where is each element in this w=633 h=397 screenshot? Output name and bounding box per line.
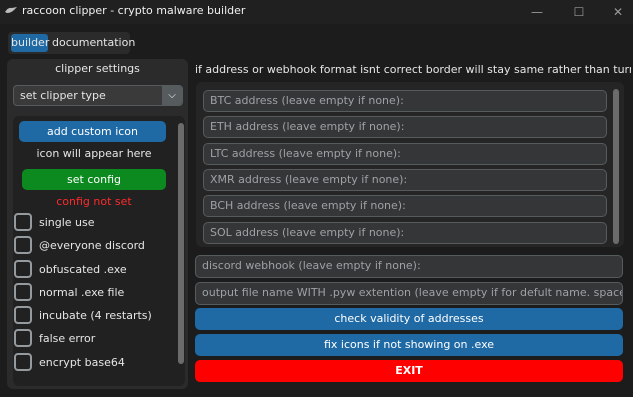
address-scrollbar[interactable] <box>613 89 619 244</box>
clipper-type-dropdown[interactable]: set clipper type ⌵ <box>13 85 183 106</box>
tab-builder[interactable]: builder <box>11 34 49 52</box>
fix-icons-button[interactable]: fix icons if not showing on .exe <box>195 334 623 356</box>
ltc-placeholder: LTC address (leave empty if none): <box>210 147 401 160</box>
btc-placeholder: BTC address (leave empty if none): <box>210 94 404 107</box>
checkbox-label: normal .exe file <box>39 286 125 299</box>
bch-address-input[interactable]: BCH address (leave empty if none): <box>203 195 607 217</box>
sol-address-input[interactable]: SOL address (leave empty if none): <box>203 222 607 244</box>
bch-placeholder: BCH address (leave empty if none): <box>210 199 406 212</box>
icon-preview-text: icon will appear here <box>36 147 152 160</box>
checkbox-box[interactable] <box>14 353 32 371</box>
checkbox-label: obfuscated .exe <box>39 263 127 276</box>
eth-address-input[interactable]: ETH address (leave empty if none): <box>203 116 607 138</box>
xmr-address-input[interactable]: XMR address (leave empty if none): <box>203 169 607 191</box>
check-validity-button[interactable]: check validity of addresses <box>195 308 623 330</box>
sol-placeholder: SOL address (leave empty if none): <box>210 226 405 239</box>
btc-address-input[interactable]: BTC address (leave empty if none): <box>203 90 607 112</box>
checkbox-label: single use <box>39 216 95 229</box>
checkbox-label: @everyone discord <box>39 239 145 252</box>
panel-title: clipper settings <box>55 62 140 75</box>
raccoon-icon <box>5 7 17 13</box>
xmr-placeholder: XMR address (leave empty if none): <box>210 173 408 186</box>
output-placeholder: output file name WITH .pyw extention (le… <box>202 286 622 299</box>
ltc-address-input[interactable]: LTC address (leave empty if none): <box>203 143 607 165</box>
checkbox-box[interactable] <box>14 213 32 231</box>
set-config-button[interactable]: set config <box>22 169 166 190</box>
eth-placeholder: ETH address (leave empty if none): <box>210 120 405 133</box>
checkbox-label: incubate (4 restarts) <box>39 309 152 322</box>
format-notice: if address or webhook format isnt correc… <box>195 63 631 76</box>
maximize-button[interactable]: ☐ <box>569 2 589 22</box>
dropdown-value: set clipper type <box>20 89 106 102</box>
checkbox-box[interactable] <box>14 329 32 347</box>
close-button[interactable]: ✕ <box>608 2 628 22</box>
checkbox-box[interactable] <box>14 260 32 278</box>
checkbox-box[interactable] <box>14 236 32 254</box>
checkbox-label: encrypt base64 <box>39 356 125 369</box>
exit-button[interactable]: EXIT <box>195 360 623 382</box>
checkbox-box[interactable] <box>14 306 32 324</box>
tab-bar: builder documentation <box>8 32 135 54</box>
window-title: raccoon clipper - crypto malware builder <box>22 4 246 17</box>
minimize-button[interactable]: — <box>527 2 547 22</box>
checkbox-box[interactable] <box>14 283 32 301</box>
chevron-down-icon[interactable]: ⌵ <box>162 86 182 105</box>
webhook-placeholder: discord webhook (leave empty if none): <box>202 259 421 272</box>
output-filename-input[interactable]: output file name WITH .pyw extention (le… <box>195 282 623 305</box>
checkbox-label: false error <box>39 332 96 345</box>
tab-documentation[interactable]: documentation <box>52 34 135 52</box>
settings-scrollbar[interactable] <box>178 123 184 364</box>
title-bar: raccoon clipper - crypto malware builder… <box>0 0 633 24</box>
add-custom-icon-button[interactable]: add custom icon <box>19 121 166 142</box>
discord-webhook-input[interactable]: discord webhook (leave empty if none): <box>195 255 623 278</box>
config-status-text: config not set <box>56 195 132 208</box>
